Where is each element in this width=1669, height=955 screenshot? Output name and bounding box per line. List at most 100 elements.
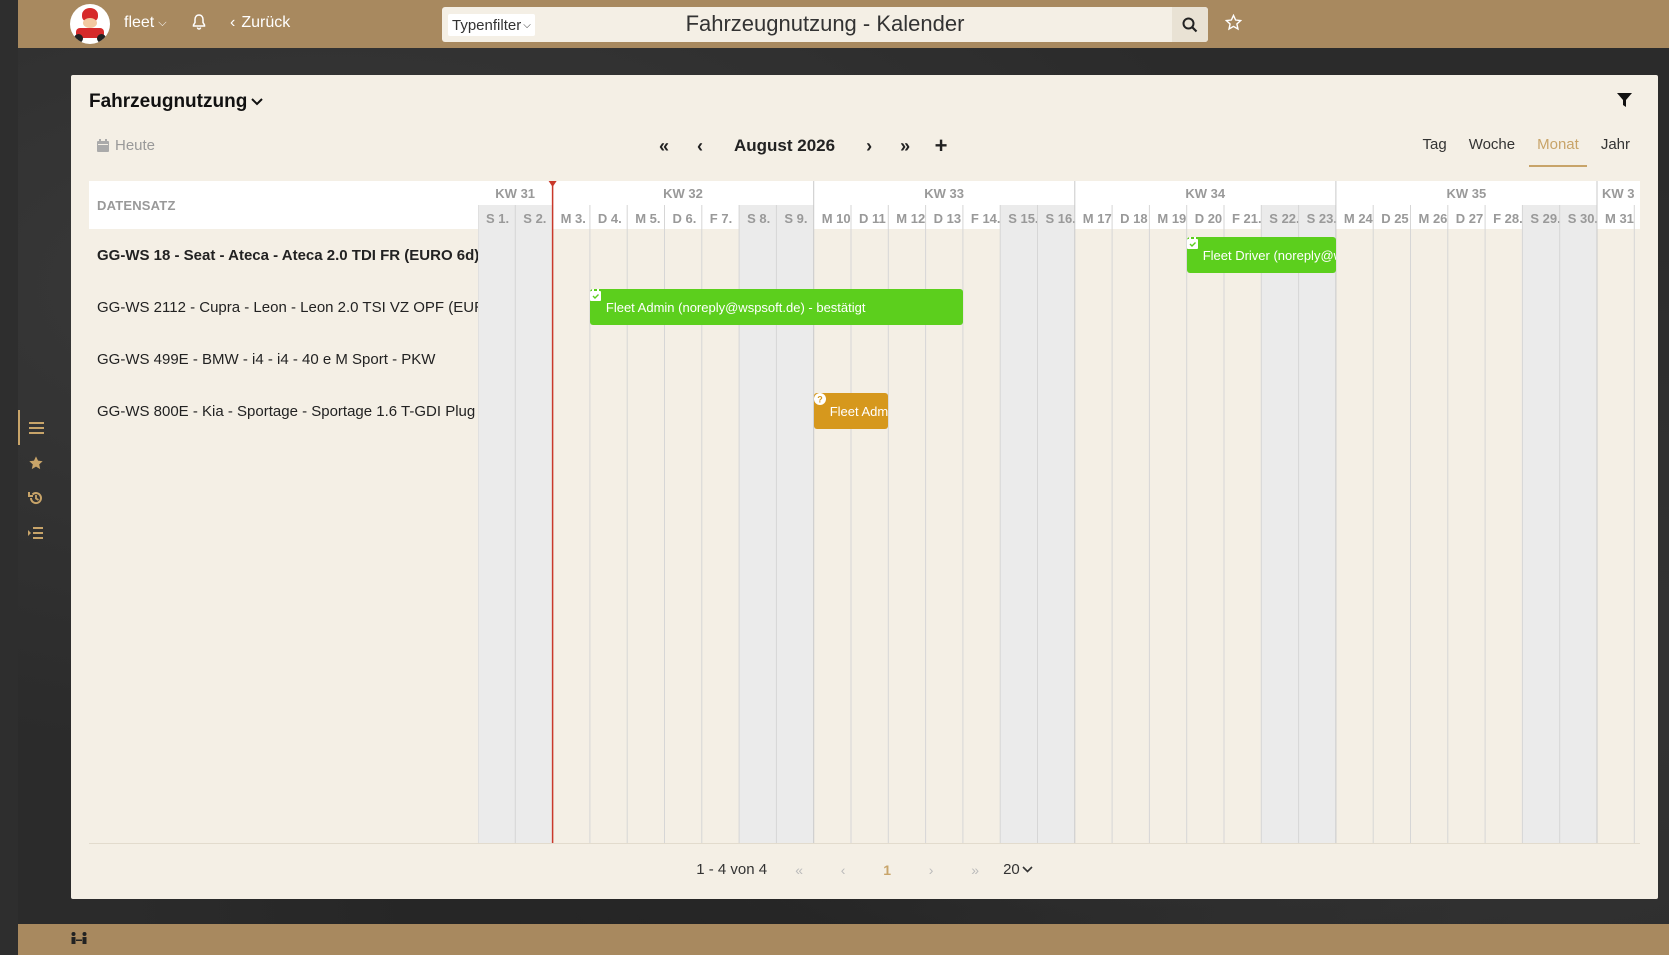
day-label: F 7. xyxy=(710,211,732,226)
booking-label: Fleet Driver (noreply@wspsoft.de) - best… xyxy=(1202,247,1336,263)
booking-label: Fleet Admin (noreply@wspsoft.de) - angef… xyxy=(829,403,889,419)
back-button[interactable]: ‹ Zurück xyxy=(230,14,290,32)
day-label: M 19 xyxy=(1157,211,1186,226)
day-label: M 31 xyxy=(1605,211,1634,226)
week-label: KW 3 xyxy=(1602,186,1635,201)
users-connection-icon[interactable] xyxy=(70,931,88,948)
row-label[interactable]: GG-WS 499E - BMW - i4 - i4 - 40 e M Spor… xyxy=(89,333,478,385)
day-label: S 2. xyxy=(523,211,546,226)
divider xyxy=(89,843,1640,844)
day-label: M 24 xyxy=(1344,211,1374,226)
add-plus-icon[interactable]: + xyxy=(923,133,959,159)
weekend-column xyxy=(1298,205,1336,843)
footer-bar xyxy=(18,924,1669,955)
menu-list-icon[interactable] xyxy=(18,410,53,445)
day-label: M 3. xyxy=(561,211,586,226)
row-label[interactable]: GG-WS 2112 - Cupra - Leon - Leon 2.0 TSI… xyxy=(89,281,478,333)
booking-event[interactable]: Fleet Driver (noreply@wspsoft.de) - best… xyxy=(1186,237,1336,273)
sidebar xyxy=(18,410,53,550)
weekend-column xyxy=(478,205,516,843)
prev-page-icon[interactable]: ‹ xyxy=(821,862,865,878)
page-size-value: 20 xyxy=(1003,861,1020,878)
view-woche[interactable]: Woche xyxy=(1461,133,1523,167)
back-label: Zurück xyxy=(241,14,291,31)
week-label: KW 35 xyxy=(1446,186,1486,201)
left-strip xyxy=(0,0,18,955)
page-number[interactable]: 1 xyxy=(865,862,909,878)
day-label: D 18 xyxy=(1120,211,1147,226)
day-label: S 16. xyxy=(1046,211,1076,226)
weekend-column xyxy=(515,205,553,843)
page-size-select[interactable]: 20 xyxy=(1003,861,1033,878)
week-label: KW 33 xyxy=(924,186,964,201)
chevron-left-icon[interactable]: ‹ xyxy=(682,136,718,157)
day-label: D 6. xyxy=(673,211,697,226)
chevron-down-icon xyxy=(1022,866,1033,873)
chevron-right-icon[interactable]: › xyxy=(851,136,887,157)
dataset-header: DATENSATZ xyxy=(89,181,478,229)
pagination: 1 - 4 von 4 « ‹ 1 › » 20 xyxy=(71,861,1658,878)
history-icon[interactable] xyxy=(18,480,53,515)
day-label: S 22. xyxy=(1269,211,1299,226)
day-label: M 26 xyxy=(1419,211,1448,226)
row-label[interactable]: GG-WS 18 - Seat - Ateca - Ateca 2.0 TDI … xyxy=(89,229,478,281)
day-label: S 15. xyxy=(1008,211,1038,226)
outline-list-icon[interactable] xyxy=(18,515,53,550)
filter-icon[interactable] xyxy=(1617,93,1632,113)
today-button[interactable]: Heute xyxy=(97,137,155,154)
user-menu[interactable]: fleet ⌵ xyxy=(124,14,167,32)
chevron-down-icon: ⌵ xyxy=(158,16,167,29)
view-tag[interactable]: Tag xyxy=(1415,133,1455,167)
double-chevron-right-icon[interactable]: » xyxy=(887,136,923,157)
day-label: D 11 xyxy=(859,211,886,226)
date-navigation: « ‹ August 2026 › » + xyxy=(646,133,959,159)
month-label[interactable]: August 2026 xyxy=(718,136,851,156)
day-label: S 8. xyxy=(747,211,770,226)
double-chevron-left-icon[interactable]: « xyxy=(646,136,682,157)
first-page-icon[interactable]: « xyxy=(777,862,821,878)
day-label: D 20 xyxy=(1195,211,1222,226)
weekend-column xyxy=(1000,205,1038,843)
timeline-grid: S 1. S 2. M 3. D 4. M 5. D 6. F 7. S 8. S 9. M 10… xyxy=(478,181,1640,843)
next-page-icon[interactable]: › xyxy=(909,862,953,878)
search-icon xyxy=(1182,17,1198,32)
today-label: Heute xyxy=(115,137,156,154)
day-label: M 10 xyxy=(822,211,851,226)
view-switcher: Tag Woche Monat Jahr xyxy=(1409,133,1639,167)
day-label: F 21. xyxy=(1232,211,1262,226)
panel-title: Fahrzeugnutzung xyxy=(89,91,248,112)
booking-label: Fleet Admin (noreply@wspsoft.de) - bestä… xyxy=(605,299,866,315)
chevron-left-icon: ‹ xyxy=(230,14,236,31)
day-label: M 5. xyxy=(635,211,660,226)
pagination-range: 1 - 4 von 4 xyxy=(696,861,768,878)
view-jahr[interactable]: Jahr xyxy=(1593,133,1638,167)
day-label: D 27 xyxy=(1456,211,1483,226)
booking-event[interactable]: Fleet Admin (noreply@wspsoft.de) - bestä… xyxy=(589,289,963,325)
main-panel: Fahrzeugnutzung Heute « ‹ August 2026 › … xyxy=(71,75,1658,899)
last-page-icon[interactable]: » xyxy=(953,862,997,878)
favorites-star-icon[interactable] xyxy=(18,445,53,480)
day-label: D 25 xyxy=(1381,211,1408,226)
calendar-icon xyxy=(97,139,109,152)
day-label: S 29. xyxy=(1530,211,1560,226)
user-name: fleet xyxy=(124,14,155,31)
search-button[interactable] xyxy=(1172,7,1208,42)
avatar[interactable] xyxy=(70,4,110,44)
svg-text:?: ? xyxy=(817,395,823,405)
week-label: KW 31 xyxy=(495,186,535,201)
weekend-column xyxy=(1522,205,1560,843)
timeline: S 1. S 2. M 3. D 4. M 5. D 6. F 7. S 8. S 9. M 10… xyxy=(478,181,1640,843)
day-label: D 4. xyxy=(598,211,622,226)
panel-title-dropdown[interactable]: Fahrzeugnutzung xyxy=(89,91,264,113)
view-monat[interactable]: Monat xyxy=(1529,133,1587,167)
day-label: S 30. xyxy=(1568,211,1598,226)
day-label: M 17 xyxy=(1083,211,1112,226)
row-label[interactable]: GG-WS 800E - Kia - Sportage - Sportage 1… xyxy=(89,385,478,437)
booking-event[interactable]: ? Fleet Admin (noreply@wspsoft.de) - ange… xyxy=(813,393,889,429)
weekend-column xyxy=(1261,205,1299,843)
bell-icon[interactable] xyxy=(192,14,206,35)
top-bar: fleet ⌵ ‹ Zurück Typenfilter ⌵ Fahrzeugn… xyxy=(18,0,1669,48)
favorite-star-icon[interactable] xyxy=(1224,13,1243,36)
search-input[interactable]: Fahrzeugnutzung - Kalender xyxy=(442,11,1208,37)
day-label: S 23. xyxy=(1307,211,1337,226)
